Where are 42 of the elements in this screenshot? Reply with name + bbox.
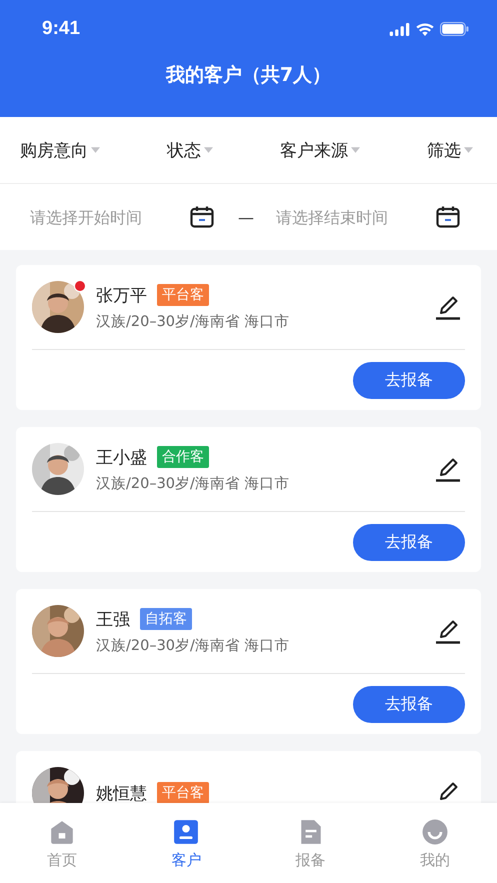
wifi-icon: [416, 22, 434, 36]
edit-button[interactable]: [435, 294, 461, 320]
house-icon: [49, 819, 76, 845]
clock-time: 9:41: [42, 18, 80, 40]
filter-dropdown[interactable]: 状态: [167, 138, 213, 162]
range-separator: —: [238, 208, 254, 226]
edit-button[interactable]: [435, 618, 461, 644]
filter-dropdown[interactable]: 客户来源: [280, 138, 360, 162]
filter-dropdown[interactable]: 筛选: [427, 138, 473, 162]
customer-tag: 合作客: [157, 446, 209, 468]
customer-tag: 平台客: [157, 782, 209, 804]
person-icon: [173, 819, 200, 845]
edit-button[interactable]: [435, 456, 461, 482]
report-button[interactable]: 去报备: [353, 686, 465, 723]
report-button[interactable]: 去报备: [353, 524, 465, 561]
customer-info: 汉族/20–30岁/海南省 海口市: [96, 474, 291, 492]
customer-info: 汉族/20–30岁/海南省 海口市: [96, 636, 291, 654]
customer-name: 张万平: [96, 284, 147, 306]
tab-item[interactable]: 我的: [404, 819, 465, 870]
calendar-icon: [190, 206, 214, 228]
customer-info: 汉族/20–30岁/海南省 海口市: [96, 312, 291, 330]
smile-icon: [422, 819, 448, 845]
date-field[interactable]: 请选择开始时间: [30, 208, 166, 226]
caret-icon: [204, 147, 213, 153]
battery-icon: [440, 22, 469, 36]
calendar-icon: [436, 206, 460, 228]
customer-tag: 自拓客: [140, 608, 192, 630]
signal-icon: [389, 22, 410, 36]
customer-name: 王强: [96, 608, 130, 630]
date-field[interactable]: 请选择结束时间: [276, 208, 412, 226]
customer-tag: 平台客: [157, 284, 209, 306]
customer-name: 王小盛: [96, 446, 147, 468]
caret-icon: [464, 147, 473, 153]
page-title: 我的客户（共7人）: [164, 63, 332, 88]
caret-icon: [351, 147, 360, 153]
caret-icon: [91, 147, 100, 153]
tab-item[interactable]: 报备: [280, 819, 341, 870]
tab-item[interactable]: 客户: [156, 819, 216, 870]
customer-name: 姚恒慧: [96, 782, 147, 804]
filter-dropdown[interactable]: 购房意向: [20, 138, 100, 162]
report-button[interactable]: 去报备: [353, 362, 465, 399]
tab-item[interactable]: 首页: [32, 819, 92, 870]
